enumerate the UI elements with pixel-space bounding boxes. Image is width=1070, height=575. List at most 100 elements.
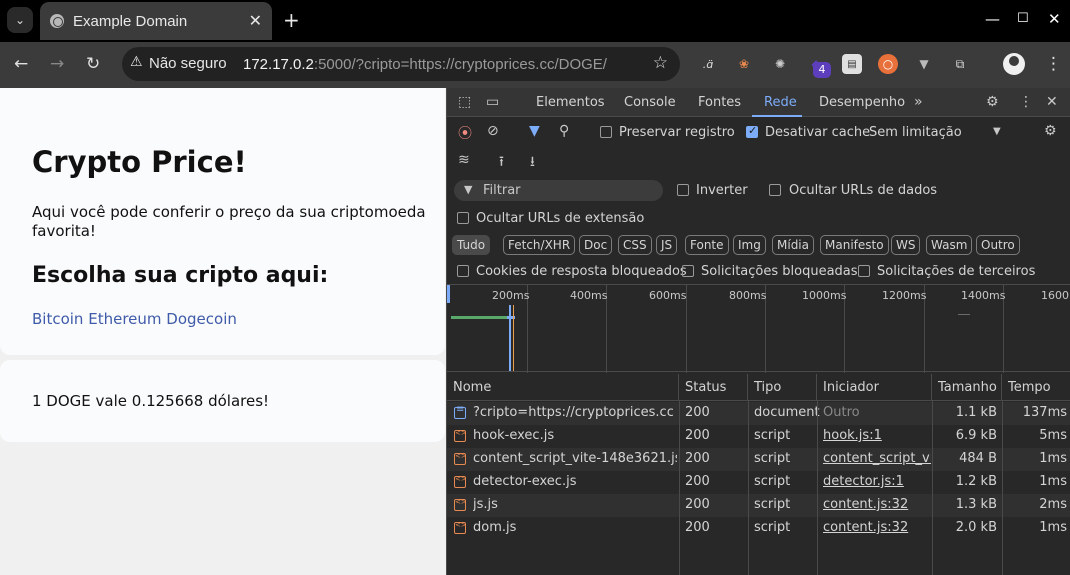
request-type: script (754, 474, 791, 489)
request-type: document (754, 405, 820, 420)
filter-chip-js[interactable]: JS (656, 235, 678, 255)
filter-chip-css[interactable]: CSS (618, 235, 652, 255)
more-tabs-icon[interactable]: » (914, 94, 923, 110)
table-row[interactable]: content_script_vite-148e3621.js 200 scri… (447, 448, 1070, 471)
filter-chip-img[interactable]: Img (733, 235, 766, 255)
column-header-status[interactable]: Status (679, 374, 748, 401)
network-conditions-icon[interactable]: ≋ (458, 152, 470, 168)
request-initiator[interactable]: hook.js:1 (823, 428, 931, 443)
tab-close-icon[interactable]: ✕ (249, 11, 262, 30)
extension-icon-3[interactable]: ✺ (770, 54, 790, 74)
import-har-icon[interactable]: ⭱ (499, 151, 504, 175)
device-toolbar-icon[interactable]: ▭ (486, 94, 499, 110)
tab-console[interactable]: Console (624, 95, 676, 110)
column-header-initiator[interactable]: Iniciador (817, 374, 932, 401)
address-bar[interactable]: ⚠ Não seguro 172.17.0.2:5000/?cripto=htt… (122, 47, 680, 81)
table-row[interactable]: js.js 200 script content.js:32 1.3 kB 2m… (447, 494, 1070, 517)
table-row[interactable]: hook-exec.js 200 script hook.js:1 6.9 kB… (447, 425, 1070, 448)
tab-search-button[interactable]: ⌄ (7, 7, 33, 33)
request-initiator[interactable]: content.js:32 (823, 520, 931, 535)
extension-icon-5[interactable]: ▤ (842, 54, 862, 74)
blocked-cookies-label: Cookies de resposta bloqueados (476, 264, 687, 279)
extension-vue-icon[interactable]: ▼ (914, 54, 934, 74)
table-row[interactable]: dom.js 200 script content.js:32 2.0 kB 1… (447, 517, 1070, 540)
timeline-label: 1400ms (961, 289, 1006, 302)
filter-chip-fetch[interactable]: Fetch/XHR (503, 235, 576, 255)
security-label[interactable]: Não seguro (149, 55, 227, 72)
filter-chip-wasm[interactable]: Wasm (926, 235, 973, 255)
link-ethereum[interactable]: Ethereum (88, 310, 161, 328)
blocked-cookies-checkbox[interactable] (457, 265, 469, 277)
extension-icon-1[interactable]: .ɑ̈ (698, 54, 718, 74)
tab-performance[interactable]: Desempenho (819, 95, 905, 110)
reload-button[interactable]: ↻ (86, 54, 100, 74)
url-text[interactable]: 172.17.0.2:5000/?cripto=https://cryptopr… (243, 56, 607, 73)
browser-tab[interactable]: Example Domain ✕ (40, 2, 272, 40)
network-settings-gear-icon[interactable]: ⚙ (1044, 123, 1057, 139)
inspect-element-icon[interactable]: ⬚ (458, 94, 471, 110)
forward-button[interactable]: → (50, 54, 64, 74)
request-initiator[interactable]: content.js:32 (823, 497, 931, 512)
link-bitcoin[interactable]: Bitcoin (32, 310, 83, 328)
table-row[interactable]: detector-exec.js 200 script detector.js:… (447, 471, 1070, 494)
export-har-icon[interactable]: ⭳ (530, 151, 535, 175)
record-stop-icon[interactable]: ⦿ (458, 123, 472, 143)
network-timeline[interactable]: 200ms 400ms 600ms 800ms 1000ms 1200ms 14… (447, 284, 1070, 373)
filter-icon: ▼ (464, 183, 473, 196)
disable-cache-checkbox[interactable] (746, 124, 758, 138)
table-row[interactable]: ?cripto=https://cryptoprices.cc/... 200 … (447, 402, 1070, 425)
column-divider (679, 401, 680, 575)
column-header-time[interactable]: Tempo (1002, 374, 1070, 401)
filter-chip-font[interactable]: Fonte (685, 235, 729, 255)
column-header-type[interactable]: Tipo (748, 374, 817, 401)
clear-icon[interactable]: ⊘ (487, 123, 499, 139)
menu-kebab-icon[interactable]: ⋮ (1045, 54, 1062, 74)
bookmark-star-icon[interactable]: ☆ (653, 53, 668, 73)
profile-avatar[interactable] (1003, 53, 1025, 75)
devtools-close-icon[interactable]: ✕ (1046, 94, 1058, 110)
filter-chip-all[interactable]: Tudo (452, 235, 491, 255)
filter-chip-manifest[interactable]: Manifesto (820, 235, 889, 255)
filter-chip-ws[interactable]: WS (891, 235, 921, 255)
extension-icon-6[interactable]: ○ (878, 54, 898, 74)
request-time: 2ms (1039, 497, 1067, 512)
request-time: 1ms (1039, 474, 1067, 489)
extensions-puzzle-icon[interactable]: ⧉ (950, 54, 970, 74)
tab-elements[interactable]: Elementos (536, 95, 605, 110)
devtools-menu-icon[interactable]: ⋮ (1019, 94, 1033, 110)
timeline-selection-handle[interactable] (447, 285, 450, 303)
link-dogecoin[interactable]: Dogecoin (166, 310, 237, 328)
throttling-select[interactable]: Sem limitação (869, 125, 962, 140)
settings-gear-icon[interactable]: ⚙ (986, 94, 999, 110)
third-party-checkbox[interactable] (858, 265, 870, 277)
hide-extension-urls-checkbox[interactable] (457, 212, 469, 224)
tab-network[interactable]: Rede (764, 95, 797, 110)
blocked-requests-checkbox[interactable] (682, 265, 694, 277)
back-button[interactable]: ← (14, 54, 28, 74)
filter-chip-other[interactable]: Outro (976, 235, 1020, 255)
maximize-button[interactable]: ☐ (1017, 11, 1029, 26)
close-window-button[interactable]: ✕ (1048, 10, 1061, 28)
request-initiator[interactable]: detector.js:1 (823, 474, 931, 489)
throttling-dropdown-icon[interactable]: ▼ (993, 126, 1001, 137)
filter-placeholder: Filtrar (483, 183, 521, 198)
request-initiator[interactable]: content_script_vite (823, 451, 931, 466)
filter-funnel-icon[interactable]: ▼ (529, 123, 540, 139)
extension-cookie-icon[interactable]: ❀ (734, 54, 754, 74)
filter-chip-doc[interactable]: Doc (579, 235, 613, 255)
invert-checkbox[interactable] (677, 184, 689, 196)
search-icon[interactable]: ⚲ (559, 123, 569, 139)
filter-input[interactable]: ▼ Filtrar (454, 180, 663, 201)
tab-sources[interactable]: Fontes (698, 95, 741, 110)
hide-data-urls-checkbox[interactable] (769, 184, 781, 196)
minimize-button[interactable]: — (985, 10, 1000, 28)
preserve-log-checkbox[interactable] (600, 126, 612, 138)
warning-icon[interactable]: ⚠ (130, 54, 143, 70)
request-size: 2.0 kB (955, 520, 997, 535)
column-header-size[interactable]: Tamanho (932, 374, 1002, 401)
new-tab-button[interactable]: + (283, 8, 300, 32)
column-divider (1002, 401, 1003, 575)
column-header-name[interactable]: Nome (447, 374, 679, 401)
filter-chip-media[interactable]: Mídia (772, 235, 814, 255)
disable-cache-label: Desativar cache (765, 125, 871, 140)
